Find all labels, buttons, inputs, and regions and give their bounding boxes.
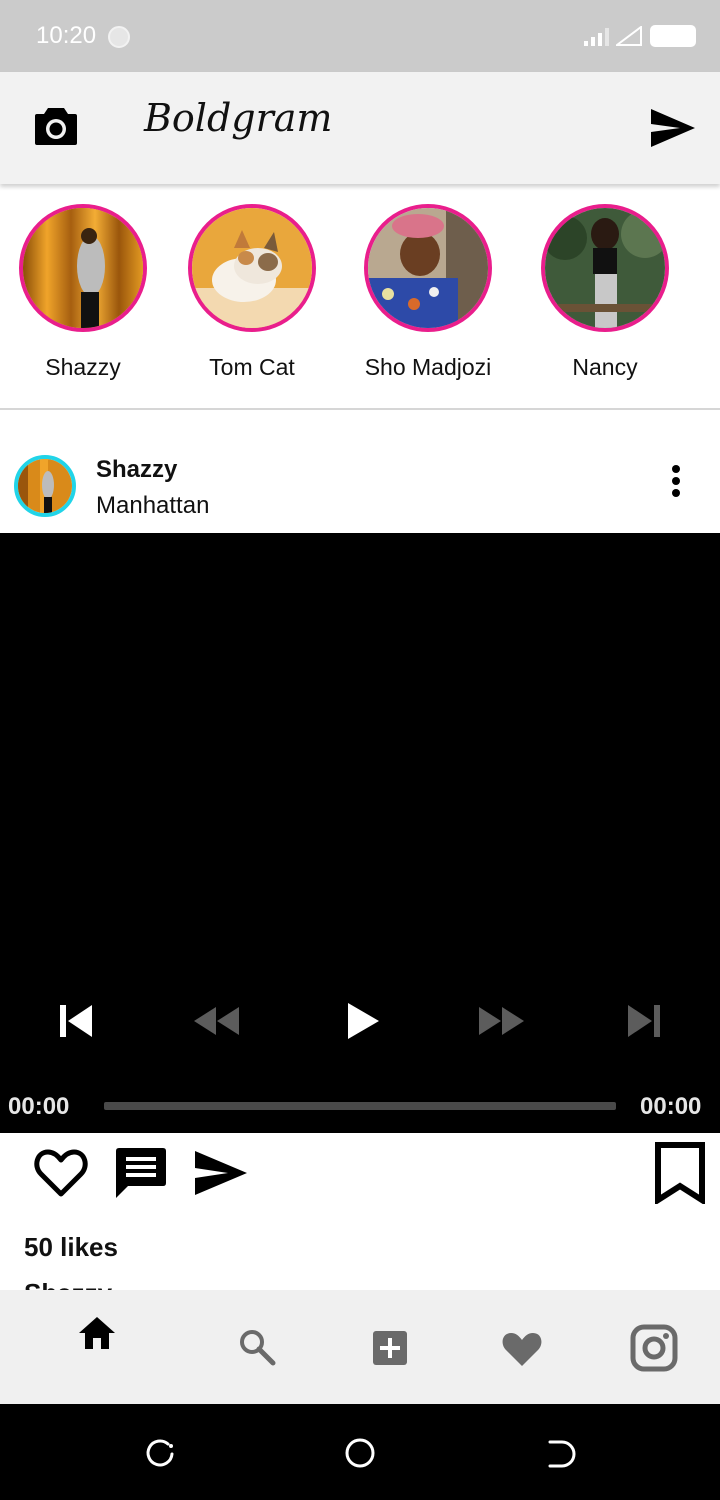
signal-empty-icon <box>616 26 642 46</box>
send-icon[interactable] <box>650 108 696 148</box>
app-title: Boldgram <box>144 96 333 140</box>
status-bar: 10:20 <box>0 0 720 72</box>
bookmark-icon[interactable] <box>654 1142 706 1204</box>
video-player[interactable] <box>0 533 720 1133</box>
status-notification-icon <box>108 26 130 48</box>
like-icon[interactable] <box>34 1148 88 1198</box>
story-shazzy[interactable]: Shazzy <box>8 204 158 381</box>
skip-next-icon[interactable] <box>626 1004 662 1038</box>
story-avatar <box>541 204 669 332</box>
post-header: Shazzy Manhattan <box>0 420 720 533</box>
total-time: 00:00 <box>640 1093 702 1120</box>
heart-icon[interactable] <box>500 1330 544 1368</box>
likes-count: 50 likes <box>24 1232 118 1262</box>
caption-username: Shazzy <box>24 1278 112 1290</box>
post-location[interactable]: Manhattan <box>96 492 209 520</box>
caption-clip: Shazzy <box>0 1276 720 1290</box>
story-nancy[interactable]: Nancy <box>530 204 680 381</box>
instagram-icon[interactable] <box>630 1324 678 1372</box>
back-icon[interactable] <box>546 1438 576 1470</box>
story-label: Sho Madjozi <box>364 354 492 380</box>
story-avatar <box>188 204 316 332</box>
skip-previous-icon[interactable] <box>58 1004 94 1038</box>
story-label: Nancy <box>572 354 638 380</box>
home-button-icon[interactable] <box>344 1437 376 1469</box>
play-icon[interactable] <box>346 1002 380 1040</box>
bottom-navigation <box>0 1290 720 1404</box>
fast-forward-icon[interactable] <box>478 1006 526 1036</box>
story-tom-cat[interactable]: Tom Cat <box>177 204 327 381</box>
story-label: Shazzy <box>45 354 121 380</box>
search-icon[interactable] <box>238 1328 276 1366</box>
caption-user[interactable]: Shazzy <box>24 1278 112 1290</box>
current-time: 00:00 <box>8 1093 70 1120</box>
post-username[interactable]: Shazzy <box>96 456 177 484</box>
camera-icon[interactable] <box>34 106 78 146</box>
video-progress-bar[interactable] <box>104 1102 616 1110</box>
system-navigation-bar <box>0 1404 720 1500</box>
more-options-icon[interactable] <box>670 464 682 498</box>
story-sho-madjozi[interactable]: Sho Madjozi <box>353 204 503 381</box>
story-avatar <box>364 204 492 332</box>
stories-bar: Shazzy Tom Cat Sho Madjozi Nancy <box>0 184 720 410</box>
add-box-icon[interactable] <box>372 1330 408 1366</box>
story-avatar <box>19 204 147 332</box>
comment-icon[interactable] <box>114 1146 168 1200</box>
signal-icon <box>584 28 609 46</box>
post-avatar[interactable] <box>14 455 76 517</box>
battery-icon <box>650 25 696 47</box>
status-time: 10:20 <box>36 22 97 49</box>
recent-apps-icon[interactable] <box>144 1438 176 1470</box>
home-icon[interactable] <box>78 1316 116 1350</box>
story-label: Tom Cat <box>209 354 295 380</box>
rewind-icon[interactable] <box>192 1006 240 1036</box>
app-bar: Boldgram <box>0 72 720 184</box>
share-icon[interactable] <box>194 1150 248 1196</box>
